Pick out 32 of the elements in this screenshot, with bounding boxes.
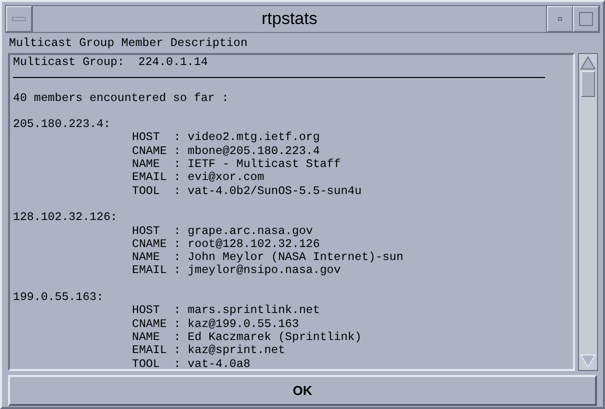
scrollbar[interactable] (578, 53, 598, 371)
member-field: EMAIL : jmeylor@nsipo.nasa.gov (13, 264, 570, 278)
member-field: NAME : John Meylor (NASA Internet)-sun (13, 251, 570, 264)
member-address: 205.180.223.4: (13, 118, 112, 132)
member-field: HOST : video2.mtg.ietf.org (13, 131, 570, 145)
member-field: HOST : mars.sprintlink.net (13, 304, 570, 318)
menu-button[interactable] (6, 6, 32, 32)
maximize-button[interactable] (573, 6, 599, 32)
scroll-up-icon (580, 56, 596, 70)
member-field: CNAME : root@128.102.32.126 (13, 238, 570, 252)
section-label: Multicast Group Member Description (8, 35, 248, 52)
minimize-icon (558, 17, 562, 21)
member-field: TOOL : vat-4.0b2/SunOS-5.5-sun4u (13, 184, 570, 198)
member-field: NAME : Ed Kaczmarek (Sprintlink) (13, 330, 570, 344)
member-count: 40 members encountered so far : (13, 92, 230, 105)
window-title: rtpstats (32, 6, 547, 32)
member-field: CNAME : kaz@199.0.55.163 (13, 318, 570, 331)
scroll-thumb[interactable] (581, 71, 595, 97)
menu-icon (12, 17, 26, 21)
member-field: CNAME : mbone@205.180.223.4 (13, 144, 570, 158)
member-field: EMAIL : evi@xor.com (13, 171, 570, 185)
member-field: NAME : IETF - Multicast Staff (13, 158, 570, 172)
member-address: 199.0.55.163: (13, 291, 104, 304)
maximize-icon (579, 12, 593, 26)
group-line: Multicast Group: 224.0.1.14 (13, 56, 209, 70)
member-address: 128.102.32.126: (13, 211, 118, 225)
member-field: EMAIL : kaz@sprint.net (13, 344, 570, 358)
member-field: HOST : grape.arc.nasa.gov (13, 224, 570, 238)
minimize-button[interactable] (547, 6, 573, 32)
scroll-down-icon (580, 354, 596, 368)
ok-button[interactable]: OK (8, 375, 597, 406)
member-field: TOOL : vat-4.0a8 (13, 358, 570, 369)
